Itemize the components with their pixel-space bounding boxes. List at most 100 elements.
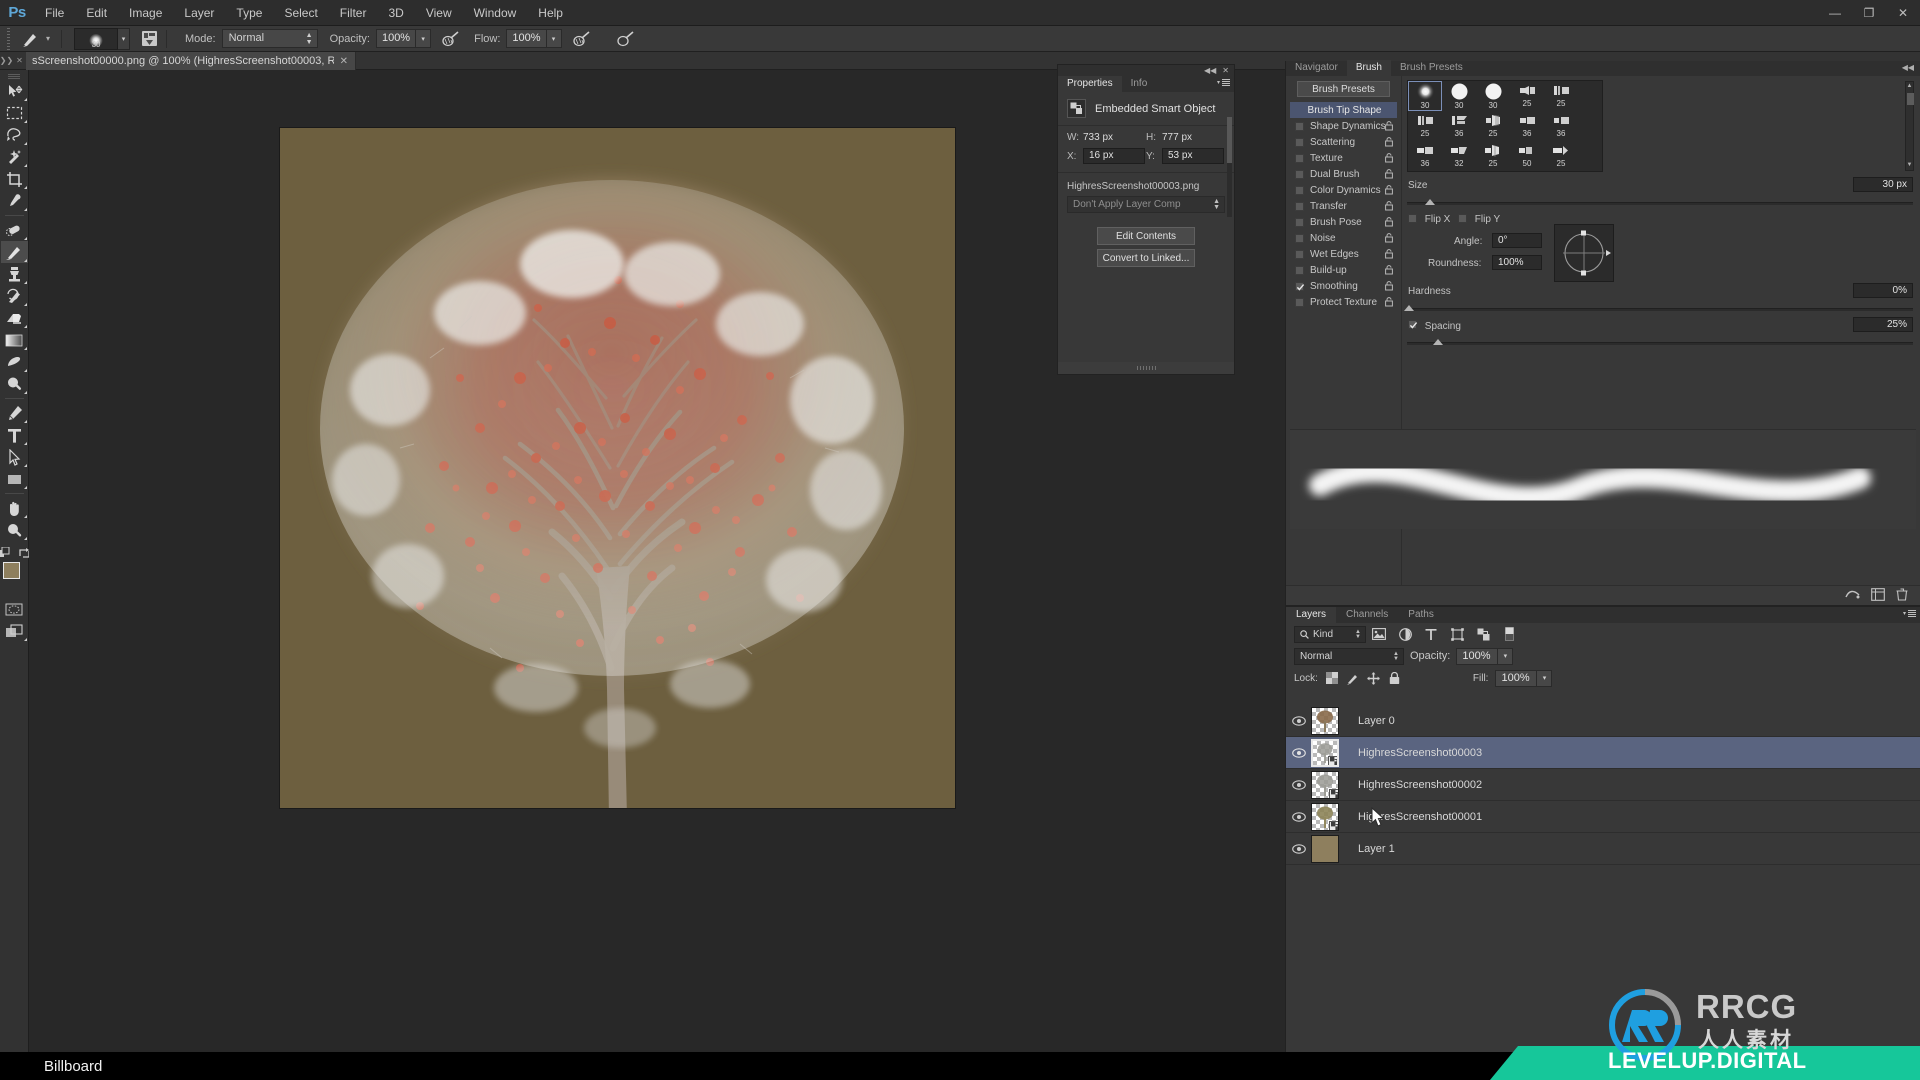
brush-tip-cell[interactable]	[1544, 171, 1578, 172]
brush-option-shape-dynamics[interactable]: Shape Dynamics	[1290, 118, 1397, 134]
menu-select[interactable]: Select	[273, 0, 328, 26]
lock-icon[interactable]	[1385, 265, 1393, 278]
brush-option-brush-tip-shape[interactable]: Brush Tip Shape	[1290, 102, 1397, 118]
x-input[interactable]: 16 px	[1083, 148, 1145, 164]
lock-icon[interactable]	[1385, 233, 1393, 246]
airbrush-icon[interactable]	[571, 29, 593, 49]
marquee-tool[interactable]	[1, 102, 28, 124]
history-brush-tool[interactable]	[1, 285, 28, 307]
opacity-control[interactable]: 100% ▾	[375, 29, 432, 48]
tool-flyout-icon[interactable]	[23, 391, 27, 394]
layer-opacity-dropdown-icon[interactable]: ▾	[1498, 647, 1514, 665]
spacing-value[interactable]: 25%	[1853, 317, 1913, 332]
size-slider[interactable]	[1407, 199, 1913, 205]
opacity-dropdown-icon[interactable]: ▾	[416, 29, 432, 48]
lock-icon[interactable]	[1385, 153, 1393, 166]
lock-image-pixels-icon[interactable]	[1346, 671, 1360, 685]
lock-icon[interactable]	[1385, 185, 1393, 198]
brush-tip-cell[interactable]	[1408, 171, 1442, 172]
tab-overflow-icon[interactable]: ❯❯	[0, 52, 13, 69]
tab-info[interactable]: Info	[1122, 76, 1157, 92]
menu-view[interactable]: View	[415, 0, 463, 26]
filter-adjustment-layers-icon[interactable]	[1392, 624, 1418, 645]
slider-knob[interactable]	[1425, 199, 1435, 205]
layer-fill-control[interactable]: 100% ▾	[1495, 669, 1553, 687]
checkbox[interactable]	[1295, 217, 1304, 227]
foreground-color-swatch[interactable]	[2, 562, 20, 579]
layer-thumbnail[interactable]	[1311, 738, 1339, 767]
move-tool[interactable]	[1, 80, 28, 102]
eyedropper-tool[interactable]	[1, 190, 28, 212]
layer-blend-mode-select[interactable]: Normal ▲ ▼	[1294, 647, 1404, 665]
filter-pixel-layers-icon[interactable]	[1366, 624, 1392, 645]
brush-option-dual-brush[interactable]: Dual Brush	[1290, 166, 1397, 182]
artboard[interactable]	[280, 128, 955, 808]
tab-brush[interactable]: Brush	[1346, 60, 1391, 76]
brush-option-smoothing[interactable]: Smoothing	[1290, 278, 1397, 294]
tool-flyout-icon[interactable]	[23, 142, 27, 145]
color-swatches[interactable]	[1, 562, 28, 590]
slider-knob[interactable]	[1404, 305, 1414, 311]
brush-option-color-dynamics[interactable]: Color Dynamics	[1290, 182, 1397, 198]
lock-icon[interactable]	[1385, 121, 1393, 134]
table-row[interactable]: Layer 0	[1286, 705, 1920, 737]
tab-brush-presets[interactable]: Brush Presets	[1391, 60, 1472, 76]
brush-tip-cell[interactable]: 36	[1408, 141, 1442, 171]
menu-file[interactable]: File	[34, 0, 75, 26]
layer-thumbnail[interactable]	[1311, 834, 1339, 863]
flow-value[interactable]: 100%	[506, 29, 547, 48]
close-icon[interactable]: ✕	[1222, 66, 1229, 75]
brush-angle-dial[interactable]	[1554, 224, 1614, 282]
tool-flyout-icon[interactable]	[23, 515, 27, 518]
layers-panel-menu-icon[interactable]: ▾	[1903, 610, 1916, 617]
scroll-down-icon[interactable]: ▼	[1906, 161, 1913, 170]
lock-transparent-pixels-icon[interactable]	[1325, 671, 1339, 685]
roundness-value[interactable]: 100%	[1492, 255, 1542, 270]
zoom-tool[interactable]	[1, 519, 28, 541]
layer-comp-select[interactable]: Don't Apply Layer Comp ▲ ▼	[1067, 196, 1225, 213]
brush-tip-cell[interactable]: 25	[1544, 81, 1578, 111]
layer-filter-kind-select[interactable]: Kind ▲ ▼	[1294, 625, 1366, 643]
scrollbar-thumb[interactable]	[1907, 93, 1914, 105]
spacing-checkbox[interactable]	[1408, 320, 1418, 329]
spacing-group[interactable]: Spacing	[1408, 320, 1461, 332]
tab-properties[interactable]: Properties	[1058, 76, 1122, 92]
layer-fill-value[interactable]: 100%	[1495, 669, 1538, 687]
brush-tip-cell[interactable]: 25	[1408, 111, 1442, 141]
brush-tool[interactable]	[0, 241, 28, 263]
document-tab-close-icon[interactable]: ✕	[340, 56, 348, 67]
flow-control[interactable]: 100% ▾	[506, 29, 562, 48]
filter-smart-objects-icon[interactable]	[1470, 624, 1496, 645]
properties-scrollbar[interactable]	[1227, 117, 1232, 217]
menu-filter[interactable]: Filter	[329, 0, 378, 26]
checkbox-checked[interactable]	[1295, 281, 1305, 291]
table-row[interactable]: HighresScreenshot00002	[1286, 769, 1920, 801]
brush-tip-cell[interactable]: 25	[1544, 141, 1578, 171]
filter-toggle-icon[interactable]	[1496, 624, 1522, 645]
tab-layers[interactable]: Layers	[1286, 607, 1337, 623]
tab-paths[interactable]: Paths	[1398, 607, 1444, 623]
new-brush-preset-icon[interactable]	[1871, 587, 1885, 604]
flow-dropdown-icon[interactable]: ▾	[546, 29, 562, 48]
tool-flyout-icon[interactable]	[23, 281, 27, 284]
tool-flyout-icon[interactable]	[23, 237, 27, 240]
path-selection-tool[interactable]	[1, 446, 28, 468]
tool-flyout-icon[interactable]	[23, 369, 27, 372]
pen-tool[interactable]	[1, 402, 28, 424]
checkbox[interactable]	[1295, 137, 1304, 147]
tool-flyout-icon[interactable]	[23, 442, 27, 445]
delete-brush-icon[interactable]	[1896, 587, 1908, 604]
options-bar-grip[interactable]	[4, 27, 14, 50]
checkbox[interactable]	[1295, 153, 1304, 163]
tool-flyout-icon[interactable]	[23, 537, 27, 540]
tool-flyout-icon[interactable]	[23, 120, 27, 123]
brush-option-build-up[interactable]: Build-up	[1290, 262, 1397, 278]
brush-tip-grid[interactable]: 30 30 30 25 25 25 36 25 36 36 36 32 25 5…	[1407, 80, 1603, 172]
tool-flyout-icon[interactable]	[23, 486, 27, 489]
lock-all-icon[interactable]	[1388, 671, 1402, 685]
current-brush-icon[interactable]	[18, 28, 44, 50]
checkbox[interactable]	[1295, 233, 1304, 243]
lock-position-icon[interactable]	[1367, 671, 1381, 685]
brush-tip-cell[interactable]: 36	[1510, 111, 1544, 141]
clone-stamp-tool[interactable]	[1, 263, 28, 285]
